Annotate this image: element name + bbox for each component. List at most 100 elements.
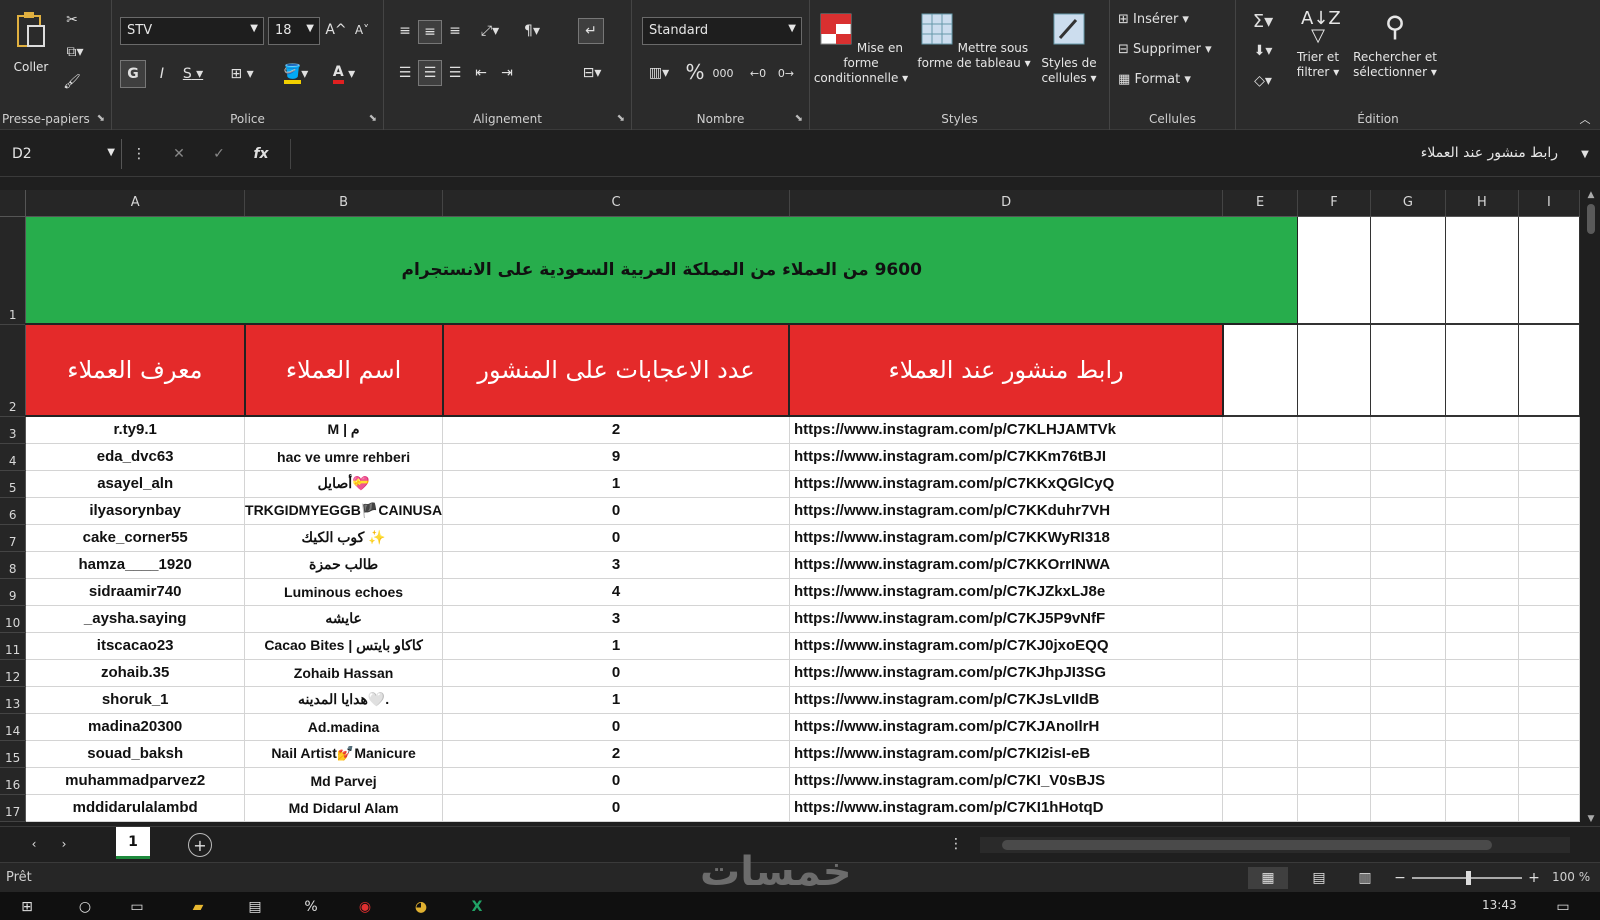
insert-function-icon[interactable]: fx (250, 143, 272, 165)
column-header[interactable]: A (25, 190, 246, 217)
cell-post-link[interactable]: https://www.instagram.com/p/C7KJ5P9vNfF (789, 605, 1224, 633)
cell-post-link[interactable]: https://www.instagram.com/p/C7KKxQGlCyQ (789, 470, 1224, 498)
font-size-select[interactable]: 18 ▼ (268, 17, 320, 45)
align-bottom-icon[interactable]: ≡ (444, 20, 466, 42)
page-break-icon[interactable]: ▥ (1352, 867, 1378, 889)
cell-post-link[interactable]: https://www.instagram.com/p/C7KJAnoIlrH (789, 713, 1224, 741)
cell[interactable] (1222, 740, 1299, 768)
cell[interactable] (1445, 767, 1519, 795)
decrease-indent-icon[interactable]: ⇤ (470, 62, 492, 84)
cell[interactable] (1445, 416, 1519, 444)
column-header[interactable]: B (244, 190, 444, 217)
cell-customer-name[interactable]: عايشه (244, 605, 444, 633)
cell[interactable] (1445, 497, 1519, 525)
cell[interactable] (1222, 767, 1299, 795)
cell[interactable] (1370, 551, 1446, 579)
sheet-tab-1[interactable]: 1 (116, 827, 150, 859)
file-explorer-icon[interactable]: ▰ (186, 896, 210, 918)
autosum-icon[interactable]: Σ▾ (1246, 10, 1280, 32)
cell-post-link[interactable]: https://www.instagram.com/p/C7KJZkxLJ8e (789, 578, 1224, 606)
cell[interactable] (1370, 470, 1446, 498)
cell-customer-name[interactable]: طالب حمزة (244, 551, 444, 579)
cell[interactable] (1518, 632, 1580, 660)
row-header[interactable]: 7 (0, 524, 27, 552)
cell-customer-id[interactable]: sidraamir740 (25, 578, 246, 606)
next-sheet-icon[interactable]: › (54, 833, 74, 855)
delete-button[interactable]: ⊟ Supprimer ▾ (1118, 38, 1234, 60)
column-header[interactable]: F (1297, 190, 1371, 217)
font-color-icon[interactable]: A ▾ (326, 60, 362, 88)
page-layout-icon[interactable]: ▤ (1306, 867, 1332, 889)
format-as-table-button[interactable]: Mettre sous forme de tableau ▾ (916, 12, 1032, 71)
cell-post-link[interactable]: https://www.instagram.com/p/C7KI_V0sBJS (789, 767, 1224, 795)
underline-button[interactable]: S ▾ (176, 60, 210, 88)
cell[interactable] (1518, 605, 1580, 633)
app-icon[interactable]: % (300, 896, 322, 918)
cell[interactable] (1222, 324, 1299, 417)
cell[interactable] (1445, 740, 1519, 768)
align-left-icon[interactable]: ☰ (394, 62, 416, 84)
add-sheet-icon[interactable]: + (188, 833, 212, 857)
column-header[interactable]: E (1222, 190, 1299, 217)
cell[interactable] (1297, 551, 1371, 579)
cell[interactable] (1370, 605, 1446, 633)
notification-icon[interactable]: ▭ (1552, 896, 1574, 918)
cell-customer-id[interactable]: _aysha.saying (25, 605, 246, 633)
cell-customer-id[interactable]: souad_baksh (25, 740, 246, 768)
number-launcher-icon[interactable]: ⬊ (795, 113, 803, 124)
sort-filter-button[interactable]: A↓Z ▽ Trier et filtrer ▾ (1290, 10, 1346, 80)
cell-customer-name[interactable]: أصايل💝 (244, 470, 444, 498)
row-header[interactable]: 1 (0, 216, 27, 325)
horizontal-scroll-thumb[interactable] (1002, 840, 1492, 850)
cell[interactable] (1518, 416, 1580, 444)
cell[interactable] (1370, 524, 1446, 552)
font-launcher-icon[interactable]: ⬊ (369, 113, 377, 124)
cell-customer-name[interactable]: هدايا المدينه🤍. (244, 686, 444, 714)
cell-likes-count[interactable]: 4 (442, 578, 790, 606)
cell[interactable] (1222, 686, 1299, 714)
cell-customer-name[interactable]: Nail Artist💅Manicure (244, 740, 444, 768)
cell-likes-count[interactable]: 0 (442, 767, 790, 795)
row-header[interactable]: 16 (0, 767, 27, 795)
cell-post-link[interactable]: https://www.instagram.com/p/C7KJ0jxoEQQ (789, 632, 1224, 660)
cell-post-link[interactable]: https://www.instagram.com/p/C7KKWyRI318 (789, 524, 1224, 552)
zoom-level[interactable]: 100 % (1552, 870, 1590, 884)
cell-likes-count[interactable]: 0 (442, 497, 790, 525)
cell-customer-id[interactable]: mddidarulalambd (25, 794, 246, 822)
cell[interactable] (1222, 659, 1299, 687)
cut-icon[interactable]: ✂ (62, 10, 82, 30)
cell[interactable] (1297, 216, 1371, 325)
cell-customer-name[interactable]: Md Parvej (244, 767, 444, 795)
cell-customer-id[interactable]: cake_corner55 (25, 524, 246, 552)
column-header[interactable]: D (789, 190, 1224, 217)
fill-icon[interactable]: ⬇▾ (1246, 40, 1280, 62)
scroll-down-icon[interactable]: ▼ (1582, 814, 1600, 824)
cell-customer-name[interactable]: M | م (244, 416, 444, 444)
merge-center-icon[interactable]: ⊟▾ (574, 62, 610, 84)
row-header[interactable]: 14 (0, 713, 27, 741)
cell-customer-id[interactable]: zohaib.35 (25, 659, 246, 687)
cell-likes-count[interactable]: 2 (442, 740, 790, 768)
cell-customer-name[interactable]: Md Didarul Alam (244, 794, 444, 822)
header-likes-count[interactable]: عدد الاعجابات على المنشور (442, 324, 791, 417)
cell-likes-count[interactable]: 3 (442, 551, 790, 579)
cell-customer-name[interactable]: Zohaib Hassan (244, 659, 444, 687)
cell[interactable] (1518, 497, 1580, 525)
column-header[interactable]: G (1370, 190, 1446, 217)
cell[interactable] (1518, 578, 1580, 606)
row-header[interactable]: 11 (0, 632, 27, 660)
row-header[interactable]: 13 (0, 686, 27, 714)
cell-customer-name[interactable]: Cacao Bites | كاكاو بايتس (244, 632, 444, 660)
cell[interactable] (1297, 497, 1371, 525)
font-name-select[interactable]: STV ▼ (120, 17, 264, 45)
row-header[interactable]: 3 (0, 416, 27, 444)
cell[interactable] (1222, 443, 1299, 471)
notepad-icon[interactable]: ▤ (244, 896, 266, 918)
cell[interactable] (1370, 686, 1446, 714)
collapse-ribbon-icon[interactable]: ︿ (1576, 112, 1594, 126)
chrome-icon[interactable]: ◕ (410, 896, 432, 918)
row-header[interactable]: 12 (0, 659, 27, 687)
cell[interactable] (1370, 713, 1446, 741)
cell[interactable] (1297, 578, 1371, 606)
italic-button[interactable]: I (150, 60, 174, 88)
